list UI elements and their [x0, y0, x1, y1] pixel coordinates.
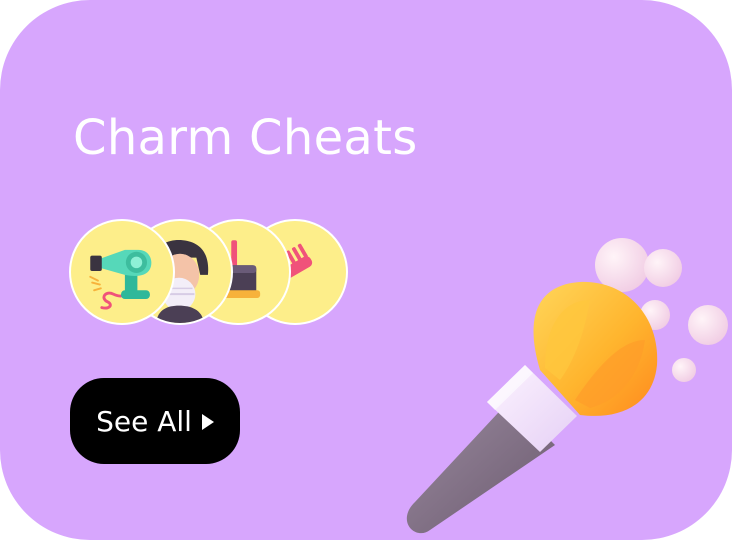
makeup-brush-icon: [406, 238, 728, 534]
card-title: Charm Cheats: [73, 110, 418, 166]
charm-cheats-card[interactable]: Charm Cheats See All: [0, 0, 732, 540]
hair-dryer-icon: [69, 219, 175, 325]
see-all-button[interactable]: See All: [70, 378, 240, 464]
play-triangle-icon: [201, 414, 214, 430]
see-all-label: See All: [96, 404, 192, 438]
icon-row: [69, 219, 349, 329]
